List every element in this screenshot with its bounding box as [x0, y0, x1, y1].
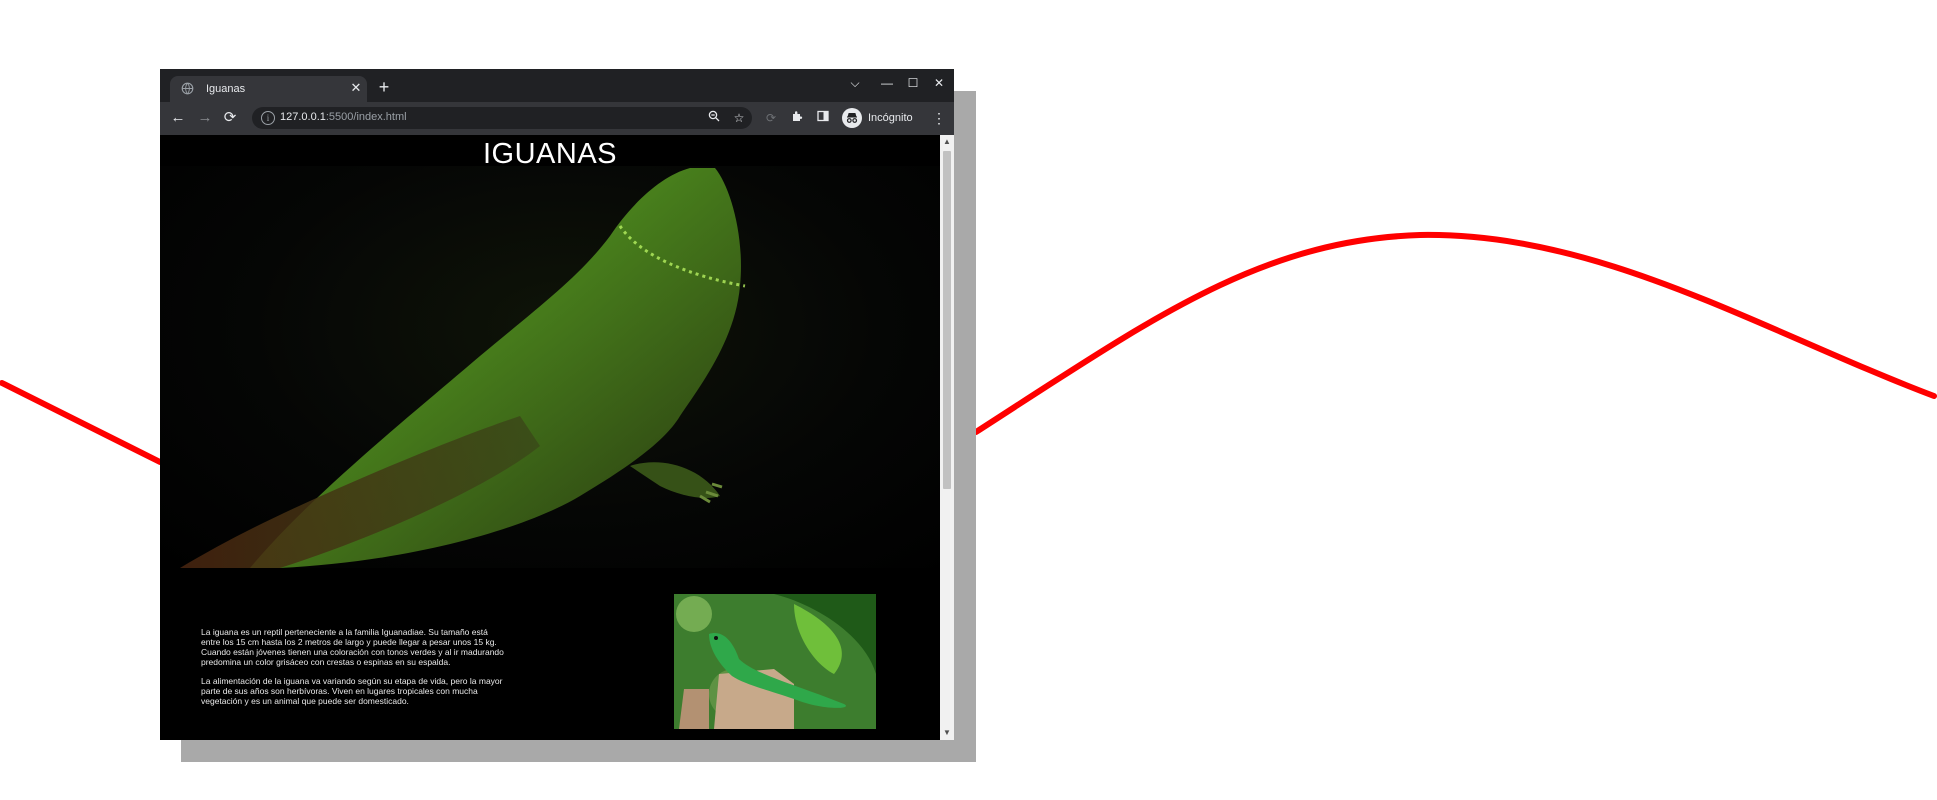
scroll-up-arrow-icon[interactable]: ▲: [940, 135, 954, 149]
tab-title: Iguanas: [206, 83, 246, 95]
scroll-down-arrow-icon[interactable]: ▼: [940, 726, 954, 740]
reload-button[interactable]: ⟳: [220, 108, 240, 128]
scrollbar-thumb[interactable]: [943, 151, 951, 489]
description-text: La iguana es un reptil perteneciente a l…: [201, 627, 506, 715]
browser-toolbar: ← → ⟳ i 127.0.0.1:5500/index.html ☆ ⟳ In…: [160, 102, 954, 135]
sync-icon[interactable]: ⟳: [762, 109, 780, 127]
new-tab-button[interactable]: +: [374, 78, 394, 98]
tab-iguanas[interactable]: Iguanas ✕: [170, 76, 367, 102]
back-button[interactable]: ←: [168, 108, 188, 128]
hero-image-lizard: [160, 166, 940, 568]
tab-bar: Iguanas ✕ + ⌵ — ☐ ✕: [160, 69, 954, 102]
browser-window: Iguanas ✕ + ⌵ — ☐ ✕ ← → ⟳ i 127.0.0.1:55…: [160, 69, 954, 740]
tab-search-icon[interactable]: ⌵: [840, 73, 870, 93]
tab-close-icon[interactable]: ✕: [348, 80, 364, 96]
page-scrollbar[interactable]: ▲ ▼: [940, 135, 954, 740]
star-icon[interactable]: ☆: [730, 109, 748, 127]
incognito-icon: [842, 108, 862, 128]
url-path: :5500/index.html: [325, 111, 407, 123]
info-icon[interactable]: i: [261, 111, 275, 125]
incognito-label: Incógnito: [868, 112, 913, 124]
url-host: 127.0.0.1: [280, 111, 326, 123]
paragraph: La alimentación de la iguana va variando…: [201, 676, 503, 706]
forward-button[interactable]: →: [195, 108, 215, 128]
web-page: IGUANAS La iguana es un reptil perteneci…: [160, 135, 940, 740]
menu-icon[interactable]: ⋮: [931, 108, 947, 128]
paragraph: La iguana es un reptil perteneciente a l…: [201, 627, 504, 667]
zoom-icon[interactable]: [705, 109, 723, 127]
iguana-photo: [674, 594, 876, 729]
incognito-profile-button[interactable]: Incógnito: [842, 108, 938, 128]
url-text[interactable]: 127.0.0.1:5500/index.html: [280, 111, 407, 123]
address-bar[interactable]: i 127.0.0.1:5500/index.html ☆: [252, 107, 752, 129]
extensions-icon[interactable]: [788, 109, 806, 127]
close-window-button[interactable]: ✕: [924, 73, 954, 93]
globe-icon: [181, 82, 194, 95]
side-panel-icon[interactable]: [814, 109, 832, 127]
